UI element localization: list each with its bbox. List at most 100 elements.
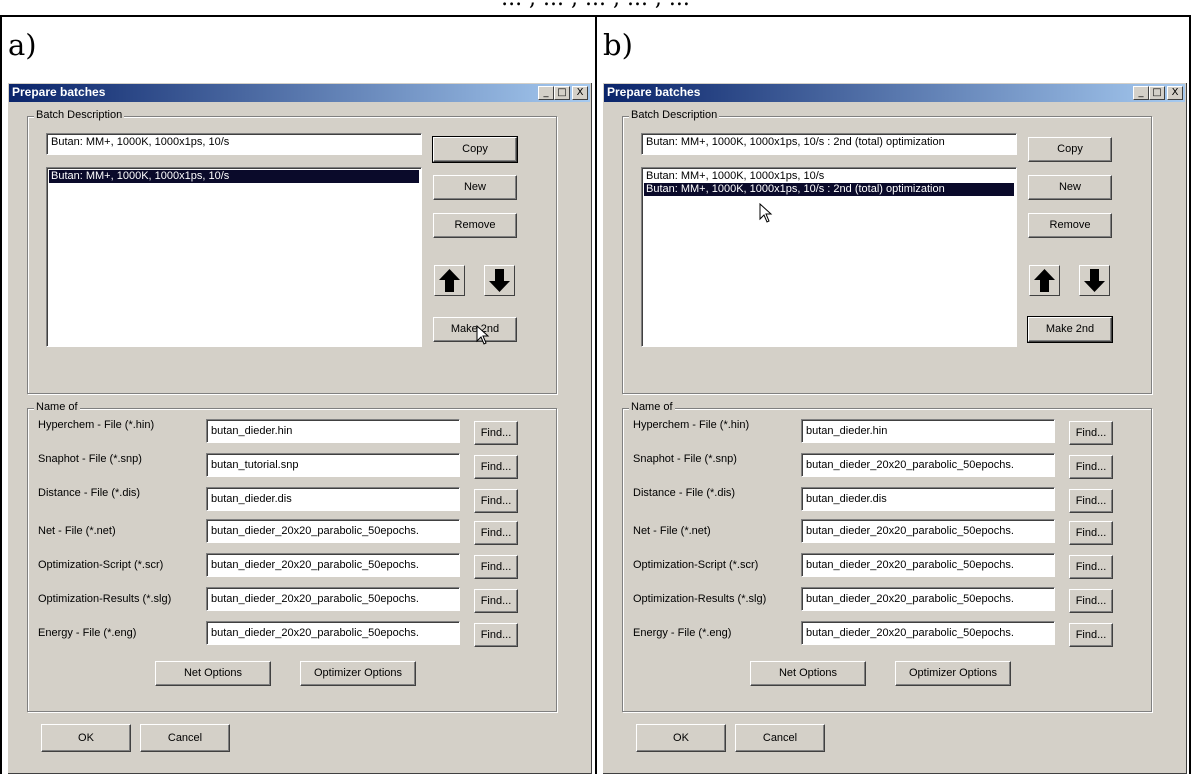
optimizer-options-button[interactable]: Optimizer Options (300, 661, 416, 686)
copy-button[interactable]: Copy (432, 136, 518, 163)
file-label: Hyperchem - File (*.hin) (633, 419, 750, 431)
file-label: Net - File (*.net) (38, 525, 116, 537)
batch-description-group: Batch Description Butan: MM+, 1000K, 100… (622, 109, 1152, 394)
file-input[interactable]: butan_dieder_20x20_parabolic_50epochs. (801, 621, 1055, 645)
file-input[interactable]: butan_dieder_20x20_parabolic_50epochs. (206, 621, 460, 645)
file-input[interactable]: butan_dieder_20x20_parabolic_50epochs. (206, 587, 460, 611)
remove-button[interactable]: Remove (433, 213, 517, 238)
move-up-button[interactable] (1029, 265, 1060, 296)
make-2nd-button[interactable]: Make 2nd (433, 317, 517, 342)
batch-list-item[interactable]: Butan: MM+, 1000K, 1000x1ps, 10/s (644, 170, 1014, 183)
file-label: Distance - File (*.dis) (38, 487, 141, 499)
find-button[interactable]: Find... (474, 589, 518, 613)
move-down-button[interactable] (484, 265, 515, 296)
copy-button[interactable]: Copy (1028, 137, 1112, 162)
top-caption-fragment: ... , ... , ... , ... , ... (0, 0, 1191, 11)
name-of-label: Name of (34, 401, 80, 413)
net-options-button[interactable]: Net Options (750, 661, 866, 686)
close-button[interactable]: X (1167, 86, 1183, 100)
prepare-batches-window: Prepare batches _ □ X Batch Description … (7, 82, 592, 774)
move-down-button[interactable] (1079, 265, 1110, 296)
find-button[interactable]: Find... (474, 623, 518, 647)
minimize-button[interactable]: _ (538, 86, 554, 100)
find-button[interactable]: Find... (1069, 623, 1113, 647)
file-input[interactable]: butan_tutorial.snp (206, 453, 460, 477)
close-button[interactable]: X (572, 86, 588, 100)
find-button[interactable]: Find... (474, 455, 518, 479)
new-button[interactable]: New (1028, 175, 1112, 200)
net-options-button[interactable]: Net Options (155, 661, 271, 686)
find-button[interactable]: Find... (1069, 455, 1113, 479)
cancel-button[interactable]: Cancel (140, 724, 230, 752)
title-bar[interactable]: Prepare batches _ □ X (604, 84, 1185, 102)
file-label: Hyperchem - File (*.hin) (38, 419, 155, 431)
batch-list[interactable]: Butan: MM+, 1000K, 1000x1ps, 10/s Butan:… (641, 167, 1017, 347)
file-input[interactable]: butan_dieder.hin (206, 419, 460, 443)
minimize-button[interactable]: _ (1133, 86, 1149, 100)
ok-button[interactable]: OK (41, 724, 131, 752)
file-input[interactable]: butan_dieder_20x20_parabolic_50epochs. (801, 519, 1055, 543)
file-input[interactable]: butan_dieder_20x20_parabolic_50epochs. (801, 587, 1055, 611)
make-2nd-button[interactable]: Make 2nd (1027, 316, 1113, 343)
file-label: Optimization-Results (*.slg) (633, 593, 767, 605)
panel-b: b) Prepare batches _ □ X Batch Descripti… (597, 18, 1191, 774)
arrow-down-icon (1084, 269, 1105, 292)
optimizer-options-button[interactable]: Optimizer Options (895, 661, 1011, 686)
file-input[interactable]: butan_dieder_20x20_parabolic_50epochs. (206, 553, 460, 577)
batch-description-input[interactable]: Butan: MM+, 1000K, 1000x1ps, 10/s : 2nd … (641, 133, 1017, 155)
mouse-cursor-icon (476, 325, 490, 345)
name-of-group: Name of Hyperchem - File (*.hin) butan_d… (27, 401, 557, 712)
file-input[interactable]: butan_dieder_20x20_parabolic_50epochs. (206, 519, 460, 543)
batch-description-label: Batch Description (629, 109, 720, 121)
find-button[interactable]: Find... (474, 521, 518, 545)
file-label: Optimization-Script (*.scr) (38, 559, 164, 571)
find-button[interactable]: Find... (474, 489, 518, 513)
find-button[interactable]: Find... (1069, 489, 1113, 513)
batch-description-label: Batch Description (34, 109, 125, 121)
file-input[interactable]: butan_dieder.dis (801, 487, 1055, 511)
file-input[interactable]: butan_dieder.hin (801, 419, 1055, 443)
window-title: Prepare batches (607, 85, 701, 99)
file-label: Optimization-Results (*.slg) (38, 593, 172, 605)
file-label: Net - File (*.net) (633, 525, 711, 537)
arrow-up-icon (1034, 269, 1055, 292)
maximize-button[interactable]: □ (554, 86, 570, 100)
file-label: Optimization-Script (*.scr) (633, 559, 759, 571)
name-of-group: Name of Hyperchem - File (*.hin) butan_d… (622, 401, 1152, 712)
find-button[interactable]: Find... (1069, 421, 1113, 445)
file-label: Snaphot - File (*.snp) (38, 453, 142, 465)
batch-description-group: Batch Description Butan: MM+, 1000K, 100… (27, 109, 557, 394)
arrow-down-icon (489, 269, 510, 292)
ok-button[interactable]: OK (636, 724, 726, 752)
panel-letter: b) (603, 28, 633, 62)
find-button[interactable]: Find... (474, 421, 518, 445)
title-bar[interactable]: Prepare batches _ □ X (9, 84, 590, 102)
panel-a: a) Prepare batches _ □ X Batch Descripti… (2, 18, 598, 774)
find-button[interactable]: Find... (1069, 521, 1113, 545)
cancel-button[interactable]: Cancel (735, 724, 825, 752)
maximize-button[interactable]: □ (1149, 86, 1165, 100)
remove-button[interactable]: Remove (1028, 213, 1112, 238)
move-up-button[interactable] (434, 265, 465, 296)
new-button[interactable]: New (433, 175, 517, 200)
file-label: Distance - File (*.dis) (633, 487, 736, 499)
mouse-cursor-icon (759, 203, 773, 223)
window-title: Prepare batches (12, 85, 106, 99)
name-of-label: Name of (629, 401, 675, 413)
arrow-up-icon (439, 269, 460, 292)
batch-list-item[interactable]: Butan: MM+, 1000K, 1000x1ps, 10/s (49, 170, 419, 183)
batch-description-input[interactable]: Butan: MM+, 1000K, 1000x1ps, 10/s (46, 133, 422, 155)
prepare-batches-window: Prepare batches _ □ X Batch Description … (602, 82, 1187, 774)
find-button[interactable]: Find... (474, 555, 518, 579)
batch-list-item[interactable]: Butan: MM+, 1000K, 1000x1ps, 10/s : 2nd … (644, 183, 1014, 196)
file-input[interactable]: butan_dieder.dis (206, 487, 460, 511)
panel-letter: a) (8, 28, 37, 62)
file-label: Energy - File (*.eng) (38, 627, 137, 639)
file-label: Snaphot - File (*.snp) (633, 453, 737, 465)
batch-list[interactable]: Butan: MM+, 1000K, 1000x1ps, 10/s (46, 167, 422, 347)
find-button[interactable]: Find... (1069, 555, 1113, 579)
file-input[interactable]: butan_dieder_20x20_parabolic_50epochs. (801, 453, 1055, 477)
file-input[interactable]: butan_dieder_20x20_parabolic_50epochs. (801, 553, 1055, 577)
file-label: Energy - File (*.eng) (633, 627, 732, 639)
find-button[interactable]: Find... (1069, 589, 1113, 613)
